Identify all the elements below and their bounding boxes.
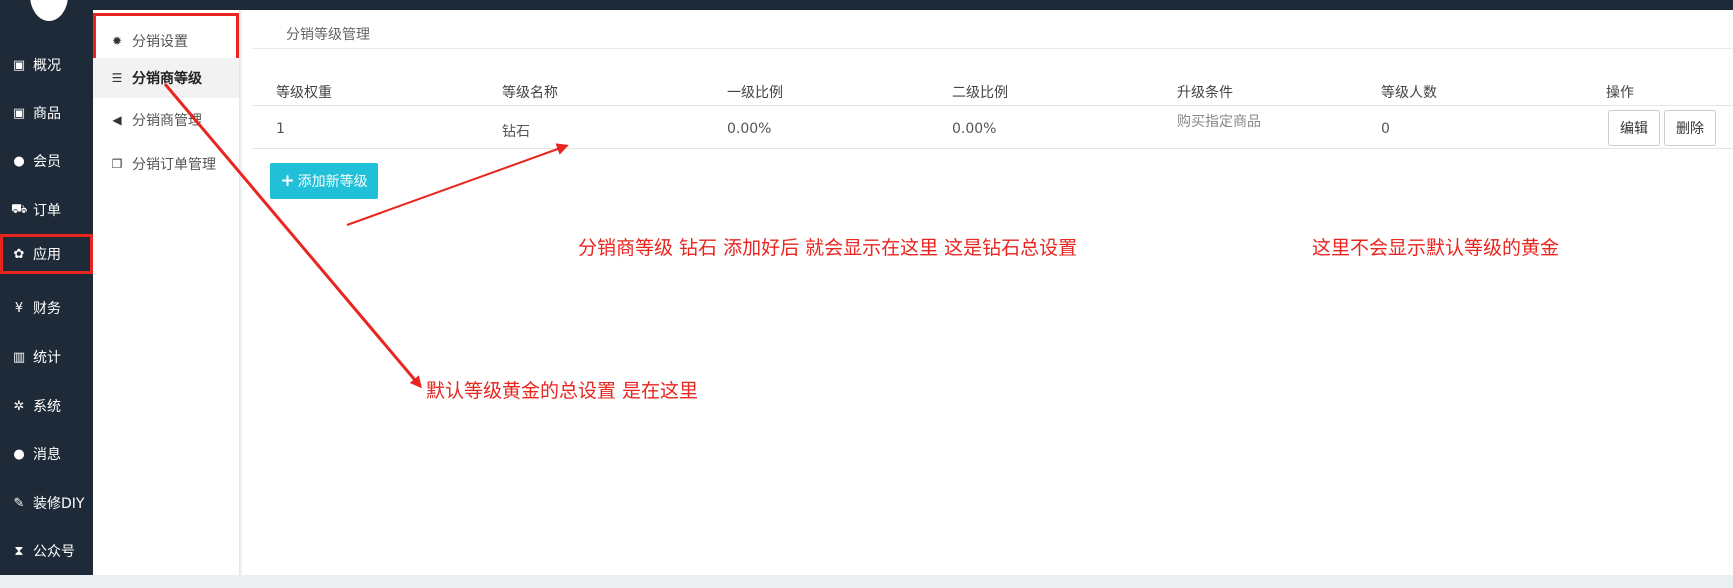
- annotation-arrows: [163, 83, 569, 389]
- arrow-to-gold-note: [163, 83, 422, 389]
- arrow-to-diamond-row: [346, 143, 569, 226]
